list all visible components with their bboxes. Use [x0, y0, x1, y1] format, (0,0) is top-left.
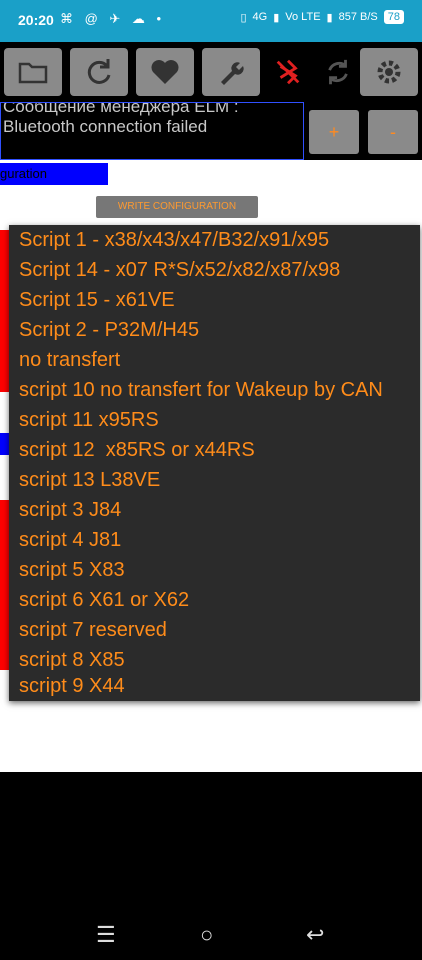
dropdown-item[interactable]: script 3 J84 [19, 499, 121, 522]
dropdown-item[interactable]: script 7 reserved [19, 619, 167, 642]
menu-icon[interactable]: ☰ [96, 922, 116, 948]
folder-icon [18, 62, 48, 84]
dropdown-item[interactable]: Script 14 - x07 R*S/x52/x82/x87/x98 [19, 259, 340, 282]
notification-icons: ⌘ @ ✈ ☁ • [60, 11, 166, 26]
tools-button[interactable] [202, 48, 260, 96]
folder-button[interactable] [4, 48, 62, 96]
dropdown-item[interactable]: script 4 J81 [19, 529, 121, 552]
minus-button[interactable]: - [368, 110, 418, 154]
sync-button[interactable] [318, 52, 358, 92]
dropdown-item[interactable]: script 9 X44 [19, 675, 125, 698]
network-speed: 857 B/S [338, 11, 378, 23]
write-configuration-button[interactable]: WRITE CONFIGURATION [96, 196, 258, 218]
plus-button[interactable]: + [309, 110, 359, 154]
vibrate-icon: ▯ [240, 11, 247, 24]
elm-message-box: Сообщение менеджера ELM : Bluetooth conn… [0, 102, 304, 160]
message-line-2: Bluetooth connection failed [3, 117, 208, 136]
script-dropdown: Script 1 - x38/x43/x47/B32/x91/x95 Scrip… [9, 225, 420, 701]
bluetooth-off-button[interactable] [268, 52, 308, 92]
wrench-icon [221, 62, 244, 85]
signal-icon-2: ▮ [326, 11, 333, 24]
home-icon[interactable]: ○ [200, 922, 213, 948]
bluetooth-off-icon [276, 59, 300, 85]
settings-button[interactable] [360, 48, 418, 96]
configuration-label: guration [0, 163, 108, 185]
dropdown-item[interactable]: Script 15 - x61VE [19, 289, 175, 312]
status-right-icons: ▯ 4G ▮ Vo LTE ▮ 857 B/S 78 [240, 10, 404, 24]
dropdown-item[interactable]: script 10 no transfert for Wakeup by CAN [19, 379, 383, 402]
dropdown-item[interactable]: Script 2 - P32M/H45 [19, 319, 199, 342]
message-line-1: Сообщение менеджера ELM : [3, 102, 239, 116]
refresh-icon [87, 59, 111, 84]
dropdown-item[interactable]: Script 1 - x38/x43/x47/B32/x91/x95 [19, 229, 329, 252]
dropdown-item[interactable]: script 11 x95RS [19, 409, 159, 432]
system-nav-bar: ☰ ○ ↩ [0, 910, 422, 960]
dropdown-item[interactable]: script 8 X85 [19, 649, 125, 672]
dropdown-item[interactable]: script 12 x85RS or x44RS [19, 439, 255, 462]
toolbar [0, 42, 422, 102]
dropdown-item[interactable]: script 5 X83 [19, 559, 125, 582]
status-time: 20:20 [18, 12, 54, 28]
status-bar: 20:20 ⌘ @ ✈ ☁ • ▯ 4G ▮ Vo LTE ▮ 857 B/S … [0, 0, 422, 42]
heart-icon [151, 60, 179, 84]
settings-icon [377, 60, 401, 84]
back-icon[interactable]: ↩ [306, 922, 324, 948]
refresh-button[interactable] [70, 48, 128, 96]
carrier-label: Vo LTE [285, 11, 321, 23]
sync-icon [328, 59, 348, 85]
dropdown-item[interactable]: script 13 L38VE [19, 469, 160, 492]
dropdown-item[interactable]: script 6 X61 or X62 [19, 589, 189, 612]
network-type: 4G [252, 11, 268, 23]
favorite-button[interactable] [136, 48, 194, 96]
battery-icon: 78 [383, 10, 404, 24]
dropdown-item[interactable]: no transfert [19, 349, 120, 372]
signal-icon: ▮ [273, 11, 280, 24]
